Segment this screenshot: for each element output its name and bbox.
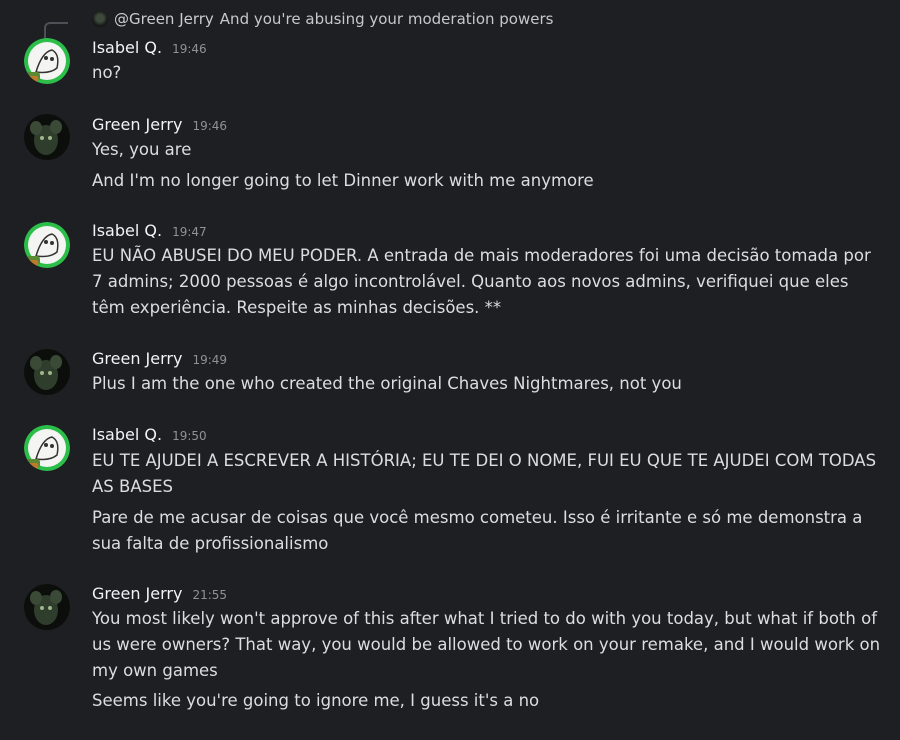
- reply-author[interactable]: @Green Jerry: [114, 10, 214, 28]
- message-text: EU NÃO ABUSEI DO MEU PODER. A entrada de…: [92, 246, 871, 317]
- message-author[interactable]: Isabel Q.: [92, 425, 162, 444]
- user-avatar-green-jerry[interactable]: [24, 349, 70, 395]
- reply-avatar: [92, 11, 108, 27]
- message-timestamp: 19:46: [172, 42, 207, 56]
- message-text: Yes, you are: [92, 140, 192, 159]
- message-text: no?: [92, 63, 122, 82]
- message-author[interactable]: Green Jerry: [92, 115, 182, 134]
- user-avatar-green-jerry[interactable]: [24, 114, 70, 160]
- reply-reference[interactable]: @Green Jerry And you're abusing your mod…: [92, 8, 553, 30]
- message-text: Pare de me acusar de coisas que você mes…: [92, 508, 863, 553]
- message-text: Seems like you're going to ignore me, I …: [92, 691, 540, 710]
- message-author[interactable]: Green Jerry: [92, 584, 182, 603]
- user-avatar-isabel[interactable]: [24, 425, 70, 471]
- message-text: And I'm no longer going to let Dinner wo…: [92, 171, 594, 190]
- message-text: EU TE AJUDEI A ESCREVER A HISTÓRIA; EU T…: [92, 451, 877, 496]
- reply-text: And you're abusing your moderation power…: [219, 10, 554, 28]
- message-timestamp: 19:46: [192, 119, 228, 133]
- message-text: You most likely won't approve of this af…: [92, 609, 881, 680]
- message-timestamp: 19:47: [172, 225, 207, 239]
- message-timestamp: 19:50: [172, 429, 207, 443]
- message-author[interactable]: Isabel Q.: [92, 221, 162, 240]
- user-avatar-isabel[interactable]: [24, 38, 70, 84]
- user-avatar-green-jerry[interactable]: [24, 584, 70, 630]
- message-author[interactable]: Isabel Q.: [92, 38, 162, 57]
- message-timestamp: 19:49: [192, 353, 228, 367]
- message-text: Plus I am the one who created the origin…: [92, 374, 682, 393]
- user-avatar-isabel[interactable]: [24, 222, 70, 268]
- message-author[interactable]: Green Jerry: [92, 349, 182, 368]
- message-timestamp: 21:55: [192, 588, 228, 602]
